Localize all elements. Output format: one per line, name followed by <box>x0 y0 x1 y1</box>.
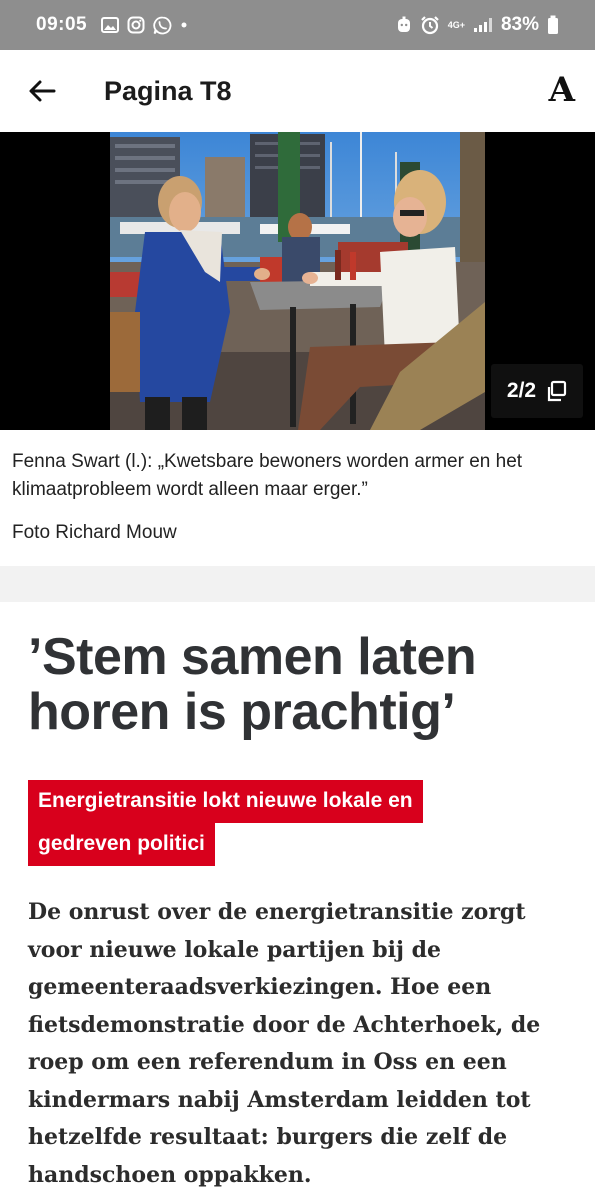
copy-icon <box>547 380 567 402</box>
gallery-icon <box>101 17 120 33</box>
article-intro: De onrust over de energietransitie zorgt… <box>28 899 541 1188</box>
gallery-counter[interactable]: 2/2 <box>491 364 583 418</box>
face-icon <box>396 16 412 34</box>
status-bar: 09:05 4G+ 83% <box>0 0 595 50</box>
photo-credit: Foto Richard Mouw <box>12 522 177 543</box>
battery-percent: 83% <box>500 14 539 35</box>
battery-icon <box>547 15 559 35</box>
photo-viewer[interactable]: 2/2 <box>0 132 595 430</box>
app-bar: Pagina T8 A <box>0 50 595 132</box>
back-arrow-icon <box>29 80 56 102</box>
subhead-line: Energietransitie lokt nieuwe lokale en <box>28 780 423 823</box>
page-title: Pagina T8 <box>104 75 232 106</box>
back-button[interactable] <box>24 73 60 109</box>
status-left: 09:05 <box>36 14 188 36</box>
section-divider <box>0 566 595 602</box>
article-subhead: Energietransitie lokt nieuwe lokale en g… <box>28 780 498 866</box>
signal-icon <box>473 17 493 33</box>
whatsapp-icon <box>153 16 172 35</box>
article-photo <box>110 132 485 430</box>
status-time: 09:05 <box>36 14 88 35</box>
alarm-icon <box>420 15 440 35</box>
instagram-icon <box>127 16 145 34</box>
dot-icon <box>180 21 188 29</box>
font-size-button[interactable]: A <box>549 68 575 112</box>
article-headline: ’Stem samen laten horen is prachtig’ <box>28 628 477 741</box>
subhead-line: gedreven politici <box>28 823 215 866</box>
network-type: 4G+ <box>447 19 465 30</box>
status-right: 4G+ 83% <box>396 14 559 36</box>
photo-caption: Fenna Swart (l.): „Kwetsbare bewoners wo… <box>12 451 523 500</box>
counter-text: 2/2 <box>506 379 537 402</box>
